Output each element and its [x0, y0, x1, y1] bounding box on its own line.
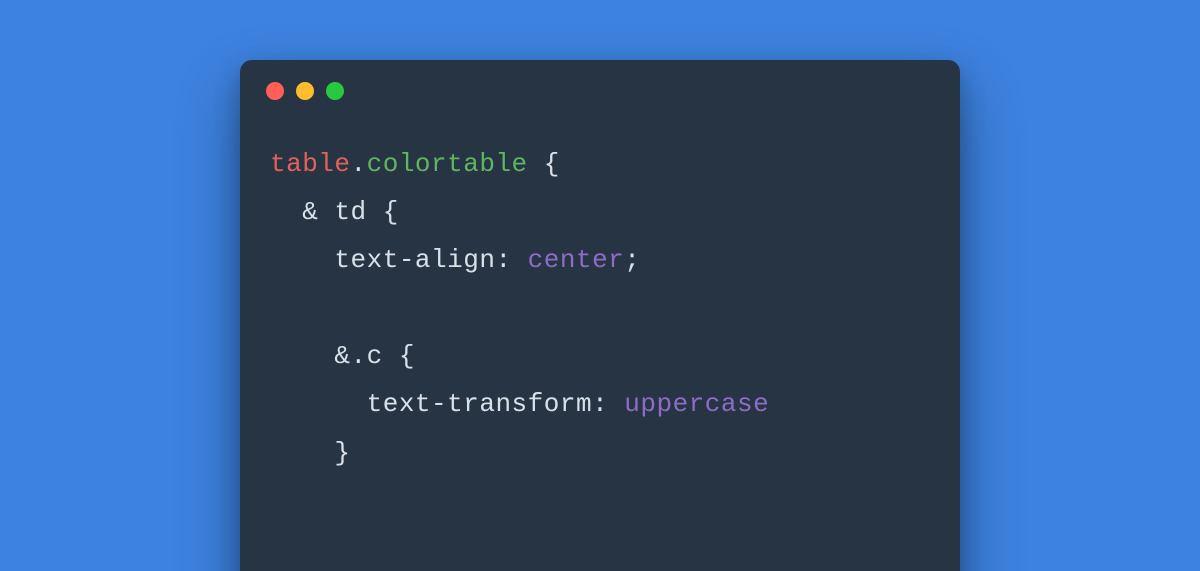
selector: td	[334, 197, 382, 227]
code-editor: table.colortable { & td { text-align: ce…	[240, 110, 960, 477]
css-value: uppercase	[624, 389, 769, 419]
code-line: & td {	[270, 197, 399, 227]
classname: colortable	[367, 149, 528, 179]
code-line: table.colortable {	[270, 149, 560, 179]
brace-open: {	[399, 341, 415, 371]
css-property: text-transform	[367, 389, 592, 419]
indent	[270, 197, 302, 227]
nesting-amp: &	[334, 341, 350, 371]
close-icon[interactable]	[266, 82, 284, 100]
nesting-amp: &	[302, 197, 334, 227]
code-line: &.c {	[270, 341, 415, 371]
semicolon: ;	[624, 245, 640, 275]
maximize-icon[interactable]	[326, 82, 344, 100]
code-window: table.colortable { & td { text-align: ce…	[240, 60, 960, 571]
brace-open: {	[383, 197, 399, 227]
punct-dot: .	[351, 149, 367, 179]
code-line: }	[270, 438, 351, 468]
minimize-icon[interactable]	[296, 82, 314, 100]
css-property: text-align	[334, 245, 495, 275]
colon: :	[592, 389, 624, 419]
punct-dot: .	[351, 341, 367, 371]
code-line: text-transform: uppercase	[270, 389, 769, 419]
keyword-tag: table	[270, 149, 351, 179]
selector: c	[367, 341, 399, 371]
window-titlebar	[240, 60, 960, 110]
css-value: center	[528, 245, 625, 275]
code-line: text-align: center;	[270, 245, 640, 275]
colon: :	[495, 245, 527, 275]
brace-close: }	[334, 438, 350, 468]
brace-open: {	[528, 149, 560, 179]
indent	[270, 389, 367, 419]
indent	[270, 245, 334, 275]
indent	[270, 438, 334, 468]
indent	[270, 341, 334, 371]
